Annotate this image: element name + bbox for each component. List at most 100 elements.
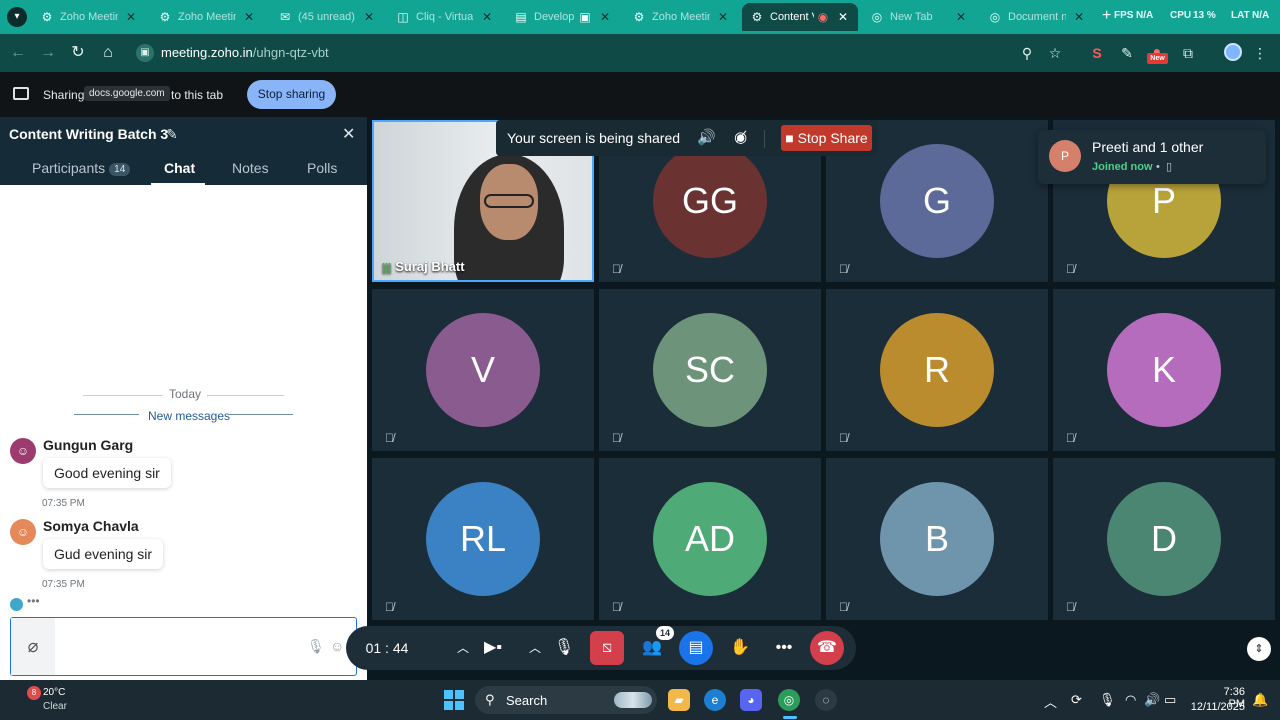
- tab-close-icon[interactable]: ✕: [954, 10, 968, 24]
- extension-feather-icon[interactable]: ✎: [1118, 44, 1136, 62]
- tab-close-icon[interactable]: ✕: [836, 10, 850, 24]
- lat-value: N/A: [1252, 10, 1270, 21]
- browser-tab-active[interactable]: ⚙ Content V ◉ ✕: [742, 3, 858, 31]
- close-icon[interactable]: ✕: [342, 124, 355, 144]
- bookmark-star-icon[interactable]: ☆: [1046, 44, 1064, 62]
- voice-message-mic-icon[interactable]: 🎙: [307, 638, 325, 655]
- browser-tab[interactable]: ✉ (45 unread) - ✕: [270, 3, 384, 31]
- browser-tab[interactable]: ◎ Document n ✕: [980, 3, 1094, 31]
- screen-share-stop-icon[interactable]: ⧅: [590, 631, 624, 665]
- participant-tile[interactable]: B 🎙̸: [826, 458, 1048, 620]
- participants-count-badge: 14: [109, 163, 131, 176]
- chat-bubble-icon[interactable]: ▤: [679, 631, 713, 665]
- fps-label: FPS: [1114, 10, 1134, 21]
- weather-condition[interactable]: Clear: [43, 701, 67, 712]
- camera-glasses: [484, 194, 534, 208]
- emoji-icon[interactable]: ☺: [330, 638, 344, 654]
- participant-tile[interactable]: R 🎙̸: [826, 289, 1048, 451]
- screen-share-icon: [13, 87, 29, 100]
- divider: [764, 130, 765, 148]
- participant-tile[interactable]: RL 🎙̸: [372, 458, 594, 620]
- video-options-chevron-up-icon[interactable]: ︿: [455, 632, 471, 664]
- participant-tile[interactable]: K 🎙̸: [1053, 289, 1275, 451]
- profile-avatar[interactable]: [1224, 43, 1242, 61]
- address-bar[interactable]: meeting.zoho.in/uhgn-qtz-vbt: [161, 45, 329, 60]
- chrome-icon: ◎: [871, 10, 883, 24]
- message-time: 07:35 PM: [42, 579, 85, 590]
- file-explorer-icon[interactable]: ▰: [668, 689, 690, 711]
- sync-icon[interactable]: ⟳: [1071, 692, 1082, 708]
- leave-call-phone-icon[interactable]: ☎: [810, 631, 844, 665]
- chrome-icon[interactable]: ◎: [778, 689, 800, 711]
- zoom-magnifier-icon[interactable]: ⚲: [1018, 44, 1036, 62]
- zoho-meeting-icon: ⚙: [751, 10, 763, 24]
- tab-close-icon[interactable]: ✕: [598, 10, 612, 24]
- browser-tab[interactable]: ⚙ Zoho Meeting ✕: [624, 3, 738, 31]
- participant-tile[interactable]: AD 🎙̸: [599, 458, 821, 620]
- home-icon[interactable]: ⌂: [98, 43, 118, 63]
- tab-chat[interactable]: Chat: [164, 160, 195, 176]
- participant-tile[interactable]: SC 🎙̸: [599, 289, 821, 451]
- audio-options-chevron-up-icon[interactable]: ︿: [527, 632, 543, 664]
- tab-search-menu-icon[interactable]: ▾: [7, 7, 27, 27]
- expand-collapse-icon[interactable]: ⇕: [1247, 637, 1271, 661]
- extensions-puzzle-icon[interactable]: ⧉: [1179, 44, 1197, 62]
- edge-browser-icon[interactable]: e: [704, 689, 726, 711]
- microphone-icon[interactable]: 🎙: [553, 632, 575, 664]
- extension-s-icon[interactable]: S: [1088, 44, 1106, 62]
- attachment-paperclip-icon[interactable]: ⌀: [11, 618, 55, 675]
- volume-icon[interactable]: 🔊: [1144, 692, 1160, 708]
- chat-input[interactable]: ⌀ 🎙 ☺: [10, 617, 357, 676]
- battery-icon[interactable]: ▭: [1164, 692, 1176, 708]
- participant-tile[interactable]: V 🎙̸: [372, 289, 594, 451]
- tab-close-icon[interactable]: ✕: [716, 10, 730, 24]
- screen-recorder-icon[interactable]: ◌: [815, 689, 837, 711]
- discord-icon[interactable]: ◕: [740, 689, 762, 711]
- cpu-value: 13 %: [1193, 10, 1216, 21]
- join-notification-title: Preeti and 1 other: [1092, 139, 1204, 155]
- raise-hand-icon[interactable]: ✋: [723, 631, 757, 665]
- weather-temperature[interactable]: 20°C: [43, 687, 65, 698]
- browser-menu-kebab-icon[interactable]: ⋮: [1251, 44, 1269, 62]
- tray-overflow-chevron-icon[interactable]: ︿: [1044, 692, 1057, 711]
- reload-icon[interactable]: ↻: [68, 43, 88, 63]
- site-info-icon[interactable]: ▣: [136, 44, 154, 62]
- tab-participants[interactable]: Participants 14: [32, 160, 131, 176]
- tab-close-icon[interactable]: ✕: [124, 10, 138, 24]
- browser-tab[interactable]: ⚙ Zoho Meeting ✕: [32, 3, 146, 31]
- system-date[interactable]: 12/11/2025: [1183, 701, 1245, 713]
- participant-avatar: SC: [653, 313, 767, 427]
- fps-value: N/A: [1136, 10, 1154, 21]
- share-audio-speaker-icon[interactable]: 🔊: [697, 128, 716, 146]
- browser-tab[interactable]: ⚙ Zoho Meeting ✕: [150, 3, 264, 31]
- notifications-bell-icon[interactable]: 🔔: [1252, 692, 1268, 708]
- windows-start-icon[interactable]: [444, 690, 464, 710]
- new-tab-plus-icon[interactable]: +: [1102, 8, 1111, 24]
- camera-icon[interactable]: ▶▪: [480, 632, 506, 664]
- wifi-icon[interactable]: ◠: [1125, 692, 1136, 708]
- weather-badge[interactable]: 8: [27, 686, 41, 700]
- microphone-tray-icon[interactable]: 🎙: [1099, 692, 1116, 708]
- participant-tile[interactable]: D 🎙̸: [1053, 458, 1275, 620]
- tab-close-icon[interactable]: ✕: [1072, 10, 1086, 24]
- forward-arrow-icon[interactable]: →: [38, 43, 58, 63]
- browser-tab[interactable]: ▤ Develop ▣ ✕: [506, 3, 620, 31]
- participant-avatar: V: [426, 313, 540, 427]
- avatar: P: [1049, 140, 1081, 172]
- tab-close-icon[interactable]: ✕: [480, 10, 494, 24]
- browser-tab[interactable]: ◫ Cliq - Virtual ✕: [388, 3, 502, 31]
- stop-sharing-button[interactable]: Stop sharing: [247, 80, 336, 109]
- tab-notes[interactable]: Notes: [232, 160, 269, 176]
- browser-tab[interactable]: ◎ New Tab ✕: [862, 3, 976, 31]
- tab-close-icon[interactable]: ✕: [362, 10, 376, 24]
- sharing-tail-label: to this tab: [171, 88, 224, 102]
- stop-share-button[interactable]: ■ Stop Share: [781, 125, 872, 151]
- meeting-title: Content Writing Batch 3: [9, 126, 169, 142]
- more-options-icon[interactable]: •••: [767, 631, 801, 665]
- edit-pencil-icon[interactable]: ✎: [166, 126, 178, 143]
- participant-avatar: R: [880, 313, 994, 427]
- tab-close-icon[interactable]: ✕: [242, 10, 256, 24]
- tab-polls[interactable]: Polls: [307, 160, 337, 176]
- back-arrow-icon[interactable]: ←: [8, 43, 28, 63]
- hide-preview-eye-icon[interactable]: ◉̸: [734, 128, 747, 146]
